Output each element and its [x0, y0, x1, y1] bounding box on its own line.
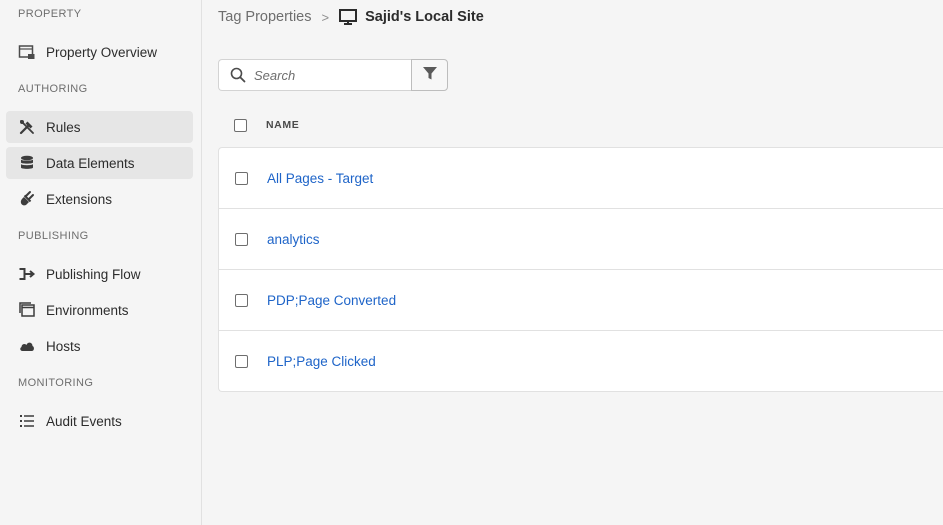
- table-row: PDP;Page Converted: [219, 270, 943, 331]
- section-heading-property: PROPERTY: [18, 8, 82, 20]
- table-header: NAME: [218, 113, 943, 137]
- sidebar-item-label: Hosts: [46, 338, 81, 354]
- section-heading-monitoring: MONITORING: [18, 377, 94, 389]
- cloud-icon: [18, 337, 36, 355]
- search-box[interactable]: [218, 59, 412, 91]
- table-row: All Pages - Target: [219, 148, 943, 209]
- table-row: analytics: [219, 209, 943, 270]
- sidebar-item-rules[interactable]: Rules: [6, 111, 193, 143]
- plug-icon: [18, 190, 36, 208]
- column-header-name[interactable]: NAME: [266, 119, 299, 131]
- environments-icon: [18, 301, 36, 319]
- filter-icon: [422, 65, 438, 86]
- select-all-checkbox[interactable]: [234, 118, 247, 132]
- breadcrumb-separator: >: [321, 9, 330, 25]
- section-heading-publishing: PUBLISHING: [18, 230, 89, 242]
- data-element-link[interactable]: PDP;Page Converted: [267, 293, 396, 308]
- search-input[interactable]: [254, 67, 394, 83]
- sidebar-item-extensions[interactable]: Extensions: [6, 183, 193, 215]
- data-element-link[interactable]: analytics: [267, 232, 320, 247]
- filter-button[interactable]: [411, 59, 448, 91]
- rules-tools-icon: [18, 118, 36, 136]
- sidebar-item-environments[interactable]: Environments: [6, 294, 193, 326]
- row-checkbox[interactable]: [235, 171, 248, 185]
- page-title: Sajid's Local Site: [365, 9, 484, 25]
- database-icon: [18, 154, 36, 172]
- sidebar-item-label: Data Elements: [46, 155, 135, 171]
- sidebar-item-label: Publishing Flow: [46, 266, 141, 282]
- table-row: PLP;Page Clicked: [219, 331, 943, 392]
- publishing-flow-icon: [18, 265, 36, 283]
- data-elements-table: All Pages - Target analytics PDP;Page Co…: [218, 147, 943, 392]
- search-bar: [218, 59, 448, 91]
- list-icon: [18, 412, 36, 430]
- sidebar-item-label: Rules: [46, 119, 81, 135]
- sidebar-item-label: Environments: [46, 302, 129, 318]
- search-icon: [230, 67, 246, 83]
- sidebar-item-label: Audit Events: [46, 413, 122, 429]
- main-content: Tag Properties > Sajid's Local Site NAME…: [203, 0, 943, 525]
- sidebar-item-label: Property Overview: [46, 44, 158, 60]
- monitor-icon: [339, 8, 358, 26]
- breadcrumb-tag-properties[interactable]: Tag Properties: [218, 9, 312, 25]
- sidebar-item-property-overview[interactable]: Property Overview: [6, 36, 193, 68]
- sidebar-item-publishing-flow[interactable]: Publishing Flow: [6, 258, 193, 290]
- sidebar-item-data-elements[interactable]: Data Elements: [6, 147, 193, 179]
- row-checkbox[interactable]: [235, 293, 248, 307]
- breadcrumb: Tag Properties > Sajid's Local Site: [218, 8, 484, 26]
- sidebar-item-label: Extensions: [46, 191, 113, 207]
- property-overview-icon: [18, 43, 36, 61]
- sidebar-item-audit-events[interactable]: Audit Events: [6, 405, 193, 437]
- data-element-link[interactable]: PLP;Page Clicked: [267, 354, 376, 369]
- row-checkbox[interactable]: [235, 355, 248, 368]
- data-element-link[interactable]: All Pages - Target: [267, 171, 373, 186]
- sidebar-item-hosts[interactable]: Hosts: [6, 330, 193, 362]
- section-heading-authoring: AUTHORING: [18, 83, 88, 95]
- row-checkbox[interactable]: [235, 232, 248, 246]
- left-sidebar: PROPERTY Property Overview AUTHORING Rul…: [0, 0, 202, 525]
